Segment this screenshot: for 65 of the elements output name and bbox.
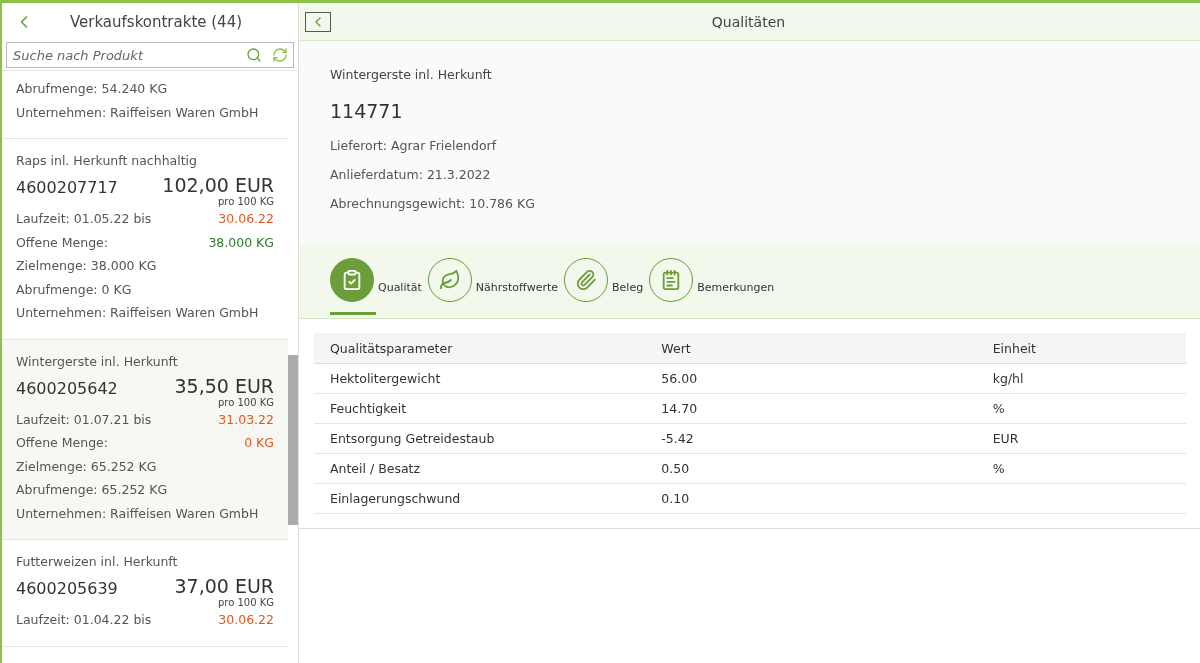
list-title: Verkaufskontrakte (44) [68,12,244,31]
contract-number: 4600205642 [16,378,118,398]
scrollbar[interactable] [288,355,298,525]
icon-tab[interactable]: Qualität [330,258,422,315]
attribute-text: Abrechnungsgewicht: 10.786 KG [330,196,536,211]
search-field[interactable]: Suche nach Produkt [6,42,294,68]
table-cell: EUR [976,423,1186,454]
table-cell: -5.42 [645,423,977,454]
table-cell: 14.70 [645,393,977,424]
target-quantity: Zielmenge: 65.252 KG [16,457,157,476]
product-name: Futterweizen inl. Herkunft [16,554,179,569]
price-unit: pro 100 KG [217,396,274,408]
target-quantity: Zielmenge: 38.000 KG [16,257,157,275]
back-button[interactable] [305,11,331,32]
table-cell: Hektolitergewicht [314,363,646,394]
company: Unternehmen: Raiffeisen Waren GmbH [16,504,259,523]
called-quantity: Abrufmenge: 65.252 KG [16,481,168,499]
column-header: Qualitätsparameter [314,333,646,364]
attribute-text: Lieferort: Agrar Frielendorf [330,138,498,153]
table-cell: 0.50 [645,453,977,484]
price-unit: pro 100 KG [217,597,274,608]
called-quantity: Abrufmenge: 54.240 KG [16,80,168,98]
called-quantity: Abrufmenge: 0 KG [16,280,132,299]
term-label: Laufzeit: 01.07.21 bis [16,410,152,429]
company: Unternehmen: Raiffeisen Waren GmbH [16,304,259,322]
open-quantity-label: Offene Menge: [16,233,108,252]
search-icon[interactable] [246,47,262,63]
icon-tab[interactable]: Bemerkungen [649,258,775,315]
column-header: Einheit [976,333,1186,364]
page-title: Qualitäten [710,13,787,30]
product-name: Wintergerste inl. Herkunft [330,67,493,82]
contract-number: 4600207717 [16,178,118,197]
table-cell: kg/hl [976,363,1186,394]
contract-list-item[interactable]: Wintergerste inl. Herkunft 4600205642 35,50 EUR pro 100 KG Laufzeit: 01.07.21 bis 31.03.22 Offene Menge: 0 KG Zielmenge: 65.252 KG Abrufmenge: 65.252 KG Unternehmen: Raiffeisen Waren GmbH [2,339,288,540]
term-end: 30.06.22 [218,210,274,228]
open-quantity: 38.000 KG [208,233,274,252]
refresh-icon[interactable] [272,47,288,63]
table-cell: Feuchtigkeit [314,393,646,424]
price: 102,00 EUR [162,174,274,196]
price-unit: pro 100 KG [217,196,274,207]
delivery-number: 114771 [330,100,404,122]
price: 37,00 EUR [174,575,274,597]
table-cell: Anteil / Besatz [314,453,646,484]
icon-tab[interactable]: Beleg [564,258,644,315]
company: Unternehmen: Raiffeisen Waren GmbH [16,103,259,122]
term-label: Laufzeit: 01.04.22 bis [16,611,152,629]
term-end: 30.06.22 [218,611,274,629]
attribute-text: Anlieferdatum: 21.3.2022 [330,167,492,182]
table-cell: 0.10 [645,483,977,514]
open-quantity: 0 KG [244,434,274,452]
open-quantity-label: Offene Menge: [16,434,108,452]
price: 35,50 EUR [174,374,274,397]
table-cell: 56.00 [645,363,977,394]
term-label: Laufzeit: 01.05.22 bis [16,210,152,228]
table-cell: Entsorgung Getreidestaub [314,423,646,454]
product-name: Raps inl. Herkunft nachhaltig [16,153,199,168]
clipboard-icon [330,258,374,302]
icon-tab[interactable]: Nährstoffwerte [427,258,559,315]
table-cell: % [976,453,1186,484]
column-header: Wert [645,333,977,364]
table-cell: Einlagerungschwund [314,483,646,514]
table-cell: % [976,393,1186,424]
term-end: 31.03.22 [218,410,274,429]
product-name: Wintergerste inl. Herkunft [16,353,179,369]
contract-number: 4600205639 [16,579,118,598]
